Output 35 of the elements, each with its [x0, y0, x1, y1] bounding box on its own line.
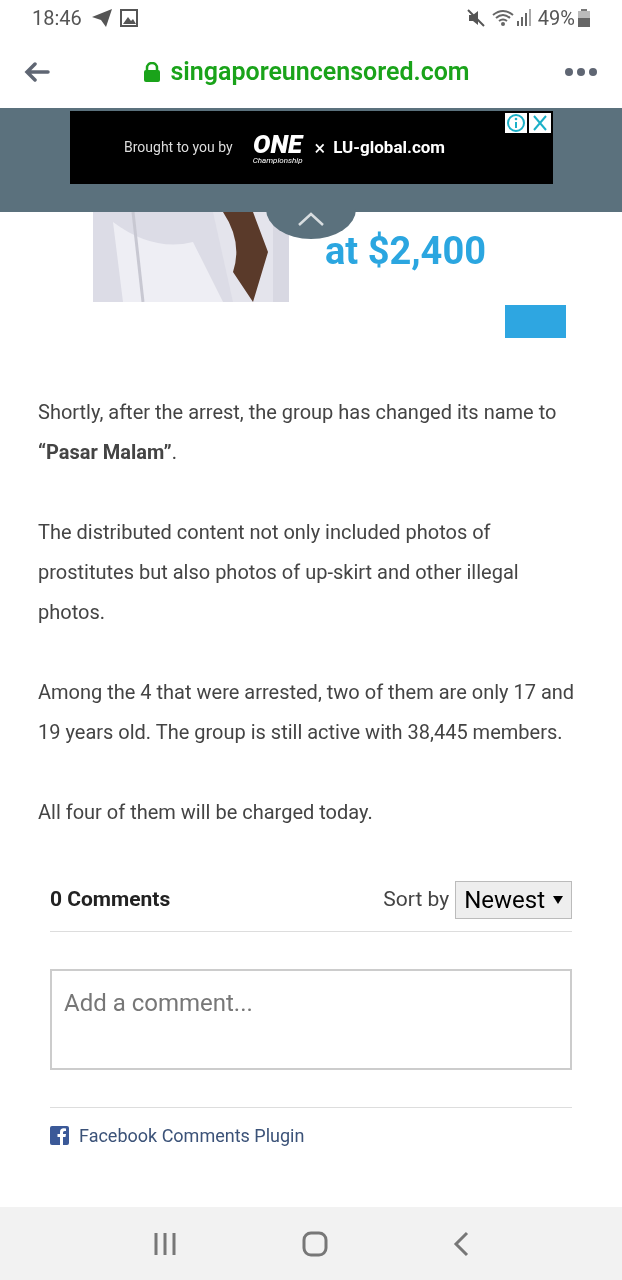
lock-icon [144, 62, 161, 82]
info-icon[interactable] [505, 113, 527, 133]
wifi-icon [491, 9, 514, 27]
ad-partner-logo: LU-global.com [333, 135, 446, 159]
ad-price-text: at $2,400 [325, 232, 487, 270]
caret-icon [553, 895, 563, 904]
send-icon [91, 9, 112, 27]
sort-label: Sort by [383, 885, 450, 913]
ad-banner[interactable]: Brought to you by ONE Championship × LU-global.com [70, 111, 553, 184]
recent-apps-icon[interactable] [152, 1231, 177, 1256]
comment-input[interactable]: Add a comment... [50, 969, 572, 1070]
facebook-plugin-link[interactable]: Facebook Comments Plugin [79, 1122, 305, 1149]
article-paragraph: Among the 4 that were arrested, two of them are only 17 and 19 years old. The group is still active with 38,445 members. [38, 679, 576, 746]
mute-icon [465, 8, 486, 28]
home-icon[interactable] [302, 1230, 328, 1257]
image-icon [119, 9, 138, 27]
ad-lead-text: Brought to you by [124, 138, 233, 157]
facebook-icon [50, 1126, 69, 1145]
article-paragraph: All four of them will be charged today. [38, 799, 374, 826]
status-time: 18:46 [32, 5, 82, 32]
more-options-icon[interactable] [564, 67, 598, 77]
ad-times: × [314, 134, 326, 162]
article-paragraph: Shortly, after the arrest, the group has changed its name to “Pasar Malam”. [38, 399, 558, 466]
signal-icon [515, 9, 532, 27]
sort-select[interactable]: Newest [455, 880, 572, 919]
collapse-chevron-icon[interactable] [266, 209, 356, 239]
battery-icon [578, 9, 590, 27]
back-icon[interactable] [453, 1230, 470, 1257]
ad-brand-logo: ONE [252, 130, 303, 157]
comments-count: 0 Comments [50, 885, 171, 913]
back-arrow-icon[interactable] [24, 62, 50, 82]
close-icon[interactable] [529, 113, 551, 133]
ad-brand-sub: Championship [252, 156, 303, 165]
article-paragraph: The distributed content not only included photos of prostitutes but also photos of up-skirt and other illegal photos. [38, 519, 520, 626]
battery-percent: 49% [537, 5, 575, 32]
